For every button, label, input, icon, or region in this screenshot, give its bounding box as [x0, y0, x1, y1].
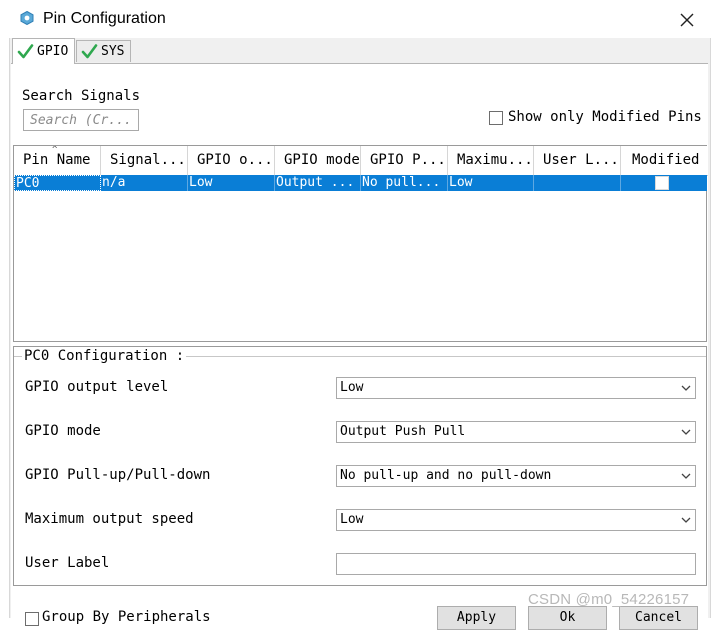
- title-bar: Pin Configuration: [0, 0, 718, 38]
- table-row[interactable]: PC0 n/a Low Output ... No pull... Low: [14, 175, 707, 191]
- column-header-pin-name[interactable]: ^ Pin Name: [14, 146, 101, 175]
- field-label-max-speed: Maximum output speed: [25, 511, 194, 527]
- cell-user-label: [534, 175, 621, 191]
- pin-configuration-group: PC0 Configuration : GPIO output level Lo…: [13, 346, 707, 586]
- field-label-output-level: GPIO output level: [25, 379, 169, 395]
- select-value: Low: [340, 512, 364, 527]
- tab-bar: GPIO SYS: [10, 38, 710, 64]
- check-icon: [17, 44, 34, 59]
- field-label-pull: GPIO Pull-up/Pull-down: [25, 467, 211, 483]
- tab-gpio[interactable]: GPIO: [12, 38, 76, 64]
- ok-button[interactable]: Ok: [528, 606, 607, 630]
- watermark: CSDN @m0_54226157: [528, 591, 690, 608]
- cancel-button[interactable]: Cancel: [619, 606, 698, 630]
- check-icon: [81, 44, 98, 59]
- pull-select[interactable]: No pull-up and no pull-down: [336, 465, 696, 487]
- show-modified-label: Show only Modified Pins: [508, 109, 702, 125]
- table-header: ^ Pin Name Signal... GPIO o... GPIO mode…: [14, 146, 708, 176]
- dialog-body: GPIO SYS Search Signals Show only Modifi…: [9, 38, 711, 630]
- hexagon-icon: [20, 11, 34, 25]
- column-header-gpio-output[interactable]: GPIO o...: [188, 146, 275, 175]
- user-label-input[interactable]: [336, 553, 696, 575]
- gpio-mode-select[interactable]: Output Push Pull: [336, 421, 696, 443]
- search-label: Search Signals: [22, 88, 141, 104]
- column-header-gpio-pull[interactable]: GPIO P...: [361, 146, 448, 175]
- column-header-max-speed[interactable]: Maximu...: [448, 146, 534, 175]
- chevron-down-icon: [676, 466, 695, 486]
- select-value: Output Push Pull: [340, 424, 466, 439]
- column-header-gpio-mode[interactable]: GPIO mode: [275, 146, 361, 175]
- window-title: Pin Configuration: [43, 10, 166, 27]
- chevron-down-icon: [676, 378, 695, 398]
- group-by-peripherals-label: Group By Peripherals: [42, 609, 211, 625]
- field-label-gpio-mode: GPIO mode: [25, 423, 101, 439]
- cell-gpio-pull: No pull...: [361, 175, 448, 191]
- modified-checkbox[interactable]: [655, 176, 669, 190]
- gpio-panel: Search Signals Show only Modified Pins ^…: [11, 63, 708, 630]
- search-input[interactable]: [23, 109, 139, 131]
- select-value: No pull-up and no pull-down: [340, 468, 552, 483]
- max-speed-select[interactable]: Low: [336, 509, 696, 531]
- chevron-down-icon: [676, 510, 695, 530]
- pin-table: ^ Pin Name Signal... GPIO o... GPIO mode…: [13, 145, 708, 342]
- show-modified-checkbox[interactable]: [489, 111, 503, 125]
- tab-sys[interactable]: SYS: [76, 40, 132, 62]
- field-label-user-label: User Label: [25, 555, 110, 571]
- close-icon[interactable]: [676, 9, 698, 31]
- column-header-user-label[interactable]: User L...: [534, 146, 621, 175]
- cell-gpio-output: Low: [188, 175, 275, 191]
- apply-button[interactable]: Apply: [437, 606, 516, 630]
- cell-pin-name: PC0: [14, 175, 101, 191]
- tab-label: GPIO: [37, 44, 69, 59]
- tab-label: SYS: [101, 44, 125, 59]
- cell-signal: n/a: [101, 175, 188, 191]
- column-header-signal[interactable]: Signal...: [101, 146, 188, 175]
- cell-gpio-mode: Output ...: [275, 175, 361, 191]
- config-title: PC0 Configuration :: [22, 348, 187, 364]
- sort-arrow-icon: ^: [52, 146, 58, 155]
- output-level-select[interactable]: Low: [336, 377, 696, 399]
- select-value: Low: [340, 380, 364, 395]
- column-header-modified[interactable]: Modified: [621, 146, 707, 175]
- chevron-down-icon: [676, 422, 695, 442]
- group-by-peripherals-checkbox[interactable]: [25, 612, 39, 626]
- cell-max-speed: Low: [448, 175, 534, 191]
